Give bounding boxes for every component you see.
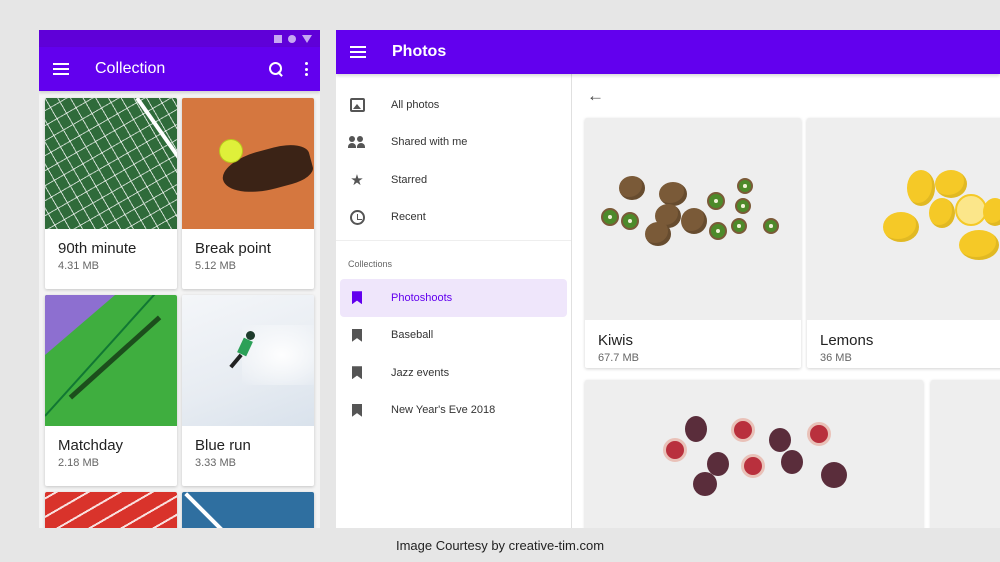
photo-size: 2.18 MB xyxy=(58,457,99,469)
clock-icon xyxy=(348,208,366,226)
people-icon xyxy=(348,133,366,151)
photo-library-icon xyxy=(348,96,366,114)
navigation-drawer: All photos Shared with me ★ Starred Rece… xyxy=(336,74,572,528)
photo-name: 90th minute xyxy=(58,240,137,257)
photo-name: Blue run xyxy=(195,437,251,454)
nav-item-shared-with-me[interactable]: Shared with me xyxy=(336,124,571,162)
bookmark-icon xyxy=(348,401,366,419)
mobile-app-mockup: Collection 90th minute 4.31 MB Break poi… xyxy=(39,30,320,528)
desktop-title: Photos xyxy=(392,43,447,60)
photo-card[interactable]: Blue run 3.33 MB xyxy=(182,295,314,486)
photo-size: 4.31 MB xyxy=(58,260,99,272)
more-vert-icon[interactable] xyxy=(304,62,308,76)
nav-item-label: Starred xyxy=(391,173,428,186)
nav-item-baseball[interactable]: Baseball xyxy=(336,317,571,355)
photo-size: 3.33 MB xyxy=(195,457,236,469)
photo-thumbnail xyxy=(585,380,923,528)
status-bar xyxy=(39,30,320,47)
bookmark-icon xyxy=(348,289,366,307)
photo-card[interactable] xyxy=(931,380,1000,528)
nav-item-recent[interactable]: Recent xyxy=(336,199,571,237)
desktop-app-mockup: Photos All photos Shared with me ★ Starr… xyxy=(336,30,1000,528)
status-square-icon xyxy=(274,34,282,43)
nav-item-label: Baseball xyxy=(391,329,434,342)
photo-thumbnail xyxy=(45,295,177,426)
photo-name: Lemons xyxy=(820,332,874,349)
status-triangle-icon xyxy=(302,34,312,43)
photo-card[interactable]: Kiwis 67.7 MB xyxy=(585,118,801,368)
photo-thumbnail xyxy=(45,492,177,528)
photo-card[interactable]: 90th minute 4.31 MB xyxy=(45,98,177,289)
nav-item-label: New Year's Eve 2018 xyxy=(391,404,496,417)
photo-name: Break point xyxy=(195,240,271,257)
photo-size: 5.12 MB xyxy=(195,260,236,272)
menu-icon[interactable] xyxy=(350,46,366,58)
photo-card[interactable] xyxy=(182,492,314,528)
photo-card[interactable]: Lemons 36 MB xyxy=(807,118,1000,368)
nav-item-new-years-eve-2018[interactable]: New Year's Eve 2018 xyxy=(336,392,571,430)
collections-header: Collections xyxy=(336,240,571,279)
photo-size: 67.7 MB xyxy=(598,352,639,364)
photo-thumbnail xyxy=(182,98,314,229)
nav-item-label: All photos xyxy=(391,98,440,111)
mobile-app-bar: Collection xyxy=(39,47,320,91)
nav-item-label: Photoshoots xyxy=(391,291,453,304)
photo-name: Matchday xyxy=(58,437,124,454)
nav-item-label: Recent xyxy=(391,211,426,224)
bookmark-icon xyxy=(348,364,366,382)
status-circle-icon xyxy=(288,34,296,43)
bookmark-icon xyxy=(348,326,366,344)
image-credit-caption: Image Courtesy by creative-tim.com xyxy=(395,538,605,553)
photo-thumbnail xyxy=(45,98,177,229)
back-arrow-icon[interactable]: ← xyxy=(587,86,604,106)
nav-item-label: Shared with me xyxy=(391,136,468,149)
nav-item-label: Jazz events xyxy=(391,366,450,379)
menu-icon[interactable] xyxy=(53,63,69,75)
photo-name: Kiwis xyxy=(598,332,634,349)
nav-item-jazz-events[interactable]: Jazz events xyxy=(336,354,571,392)
star-icon: ★ xyxy=(350,171,364,189)
search-icon[interactable] xyxy=(269,61,284,77)
photo-thumbnail xyxy=(807,118,1000,320)
photo-thumbnail xyxy=(182,295,314,426)
photo-thumbnail xyxy=(931,380,1000,528)
photo-thumbnail xyxy=(585,118,801,320)
desktop-app-bar: Photos xyxy=(336,30,1000,74)
photo-card[interactable]: Break point 5.12 MB xyxy=(182,98,314,289)
mobile-title: Collection xyxy=(95,60,166,77)
photo-card[interactable] xyxy=(45,492,177,528)
nav-item-starred[interactable]: ★ Starred xyxy=(336,161,571,199)
photo-size: 36 MB xyxy=(820,352,852,364)
nav-item-all-photos[interactable]: All photos xyxy=(336,86,571,124)
photo-thumbnail xyxy=(182,492,314,528)
nav-item-photoshoots[interactable]: Photoshoots xyxy=(340,279,567,317)
photo-card[interactable] xyxy=(585,380,923,528)
photo-content-area: ← Kiwis 67.7 MB Lemons 36 MB xyxy=(573,74,1000,528)
photo-card[interactable]: Matchday 2.18 MB xyxy=(45,295,177,486)
